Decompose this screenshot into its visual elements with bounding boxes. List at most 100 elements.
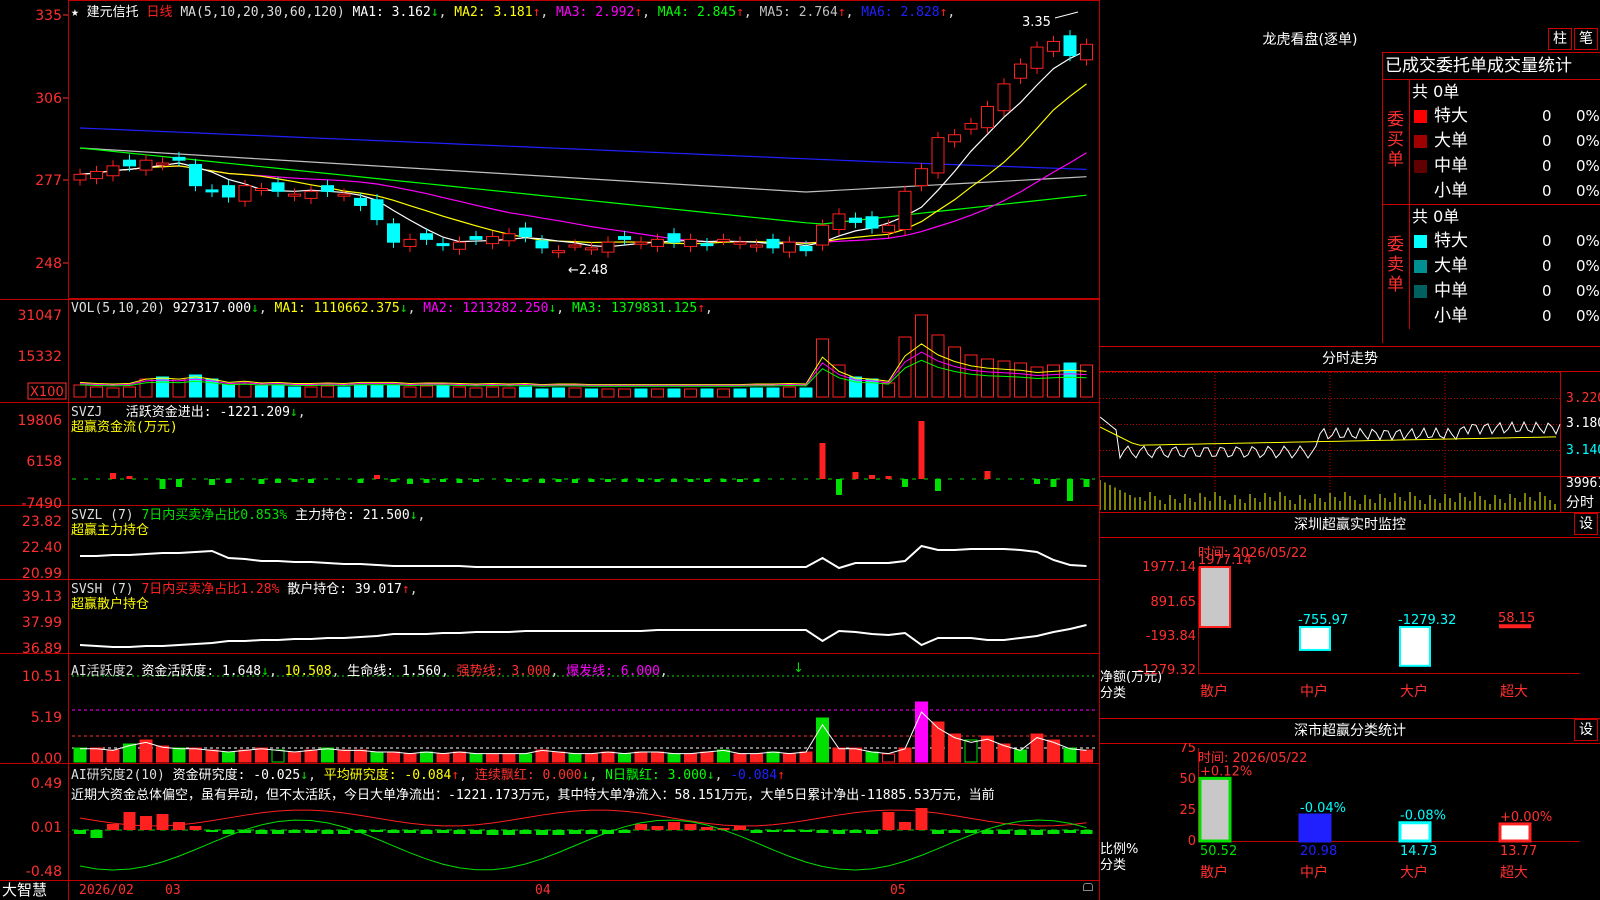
sz-bar-group: -1279.32 大户 <box>1398 613 1456 700</box>
candle-up <box>106 165 120 177</box>
sell-side-label: 委卖单 <box>1387 235 1404 295</box>
vol-bar-up <box>420 385 433 398</box>
vol-bar-down <box>255 385 268 398</box>
ai1-bar <box>700 751 714 763</box>
sz-bar-group: -755.97 中户 <box>1298 613 1348 700</box>
ai2-text5: -0.084 <box>730 768 778 783</box>
intraday-label: 分时 <box>1566 495 1594 511</box>
ai2-bar-down <box>1064 830 1076 833</box>
sell-name: 小单 <box>1434 306 1468 326</box>
ai1-bar <box>502 753 516 763</box>
sc-stats-settings-button[interactable]: 设 <box>1574 719 1598 741</box>
vol-bar-up <box>304 386 318 398</box>
ai2-bar-down <box>948 830 961 833</box>
ai1-bar <box>667 753 681 763</box>
candle-down <box>469 236 483 240</box>
svzl-sub: 超赢主力持仓 <box>71 523 150 538</box>
sell-pct: 0% <box>1576 257 1600 275</box>
svzj-bar-out <box>572 479 578 483</box>
buy-name: 小单 <box>1434 181 1468 201</box>
svzj-bar-out <box>275 479 281 483</box>
candle-up <box>238 185 252 202</box>
svsh-header: SVSH (7) 7日内买卖净占比1.28% 散户持仓: 39.017↑, 超赢… <box>71 582 418 612</box>
sc-tick: 75 <box>1179 743 1196 756</box>
svzj-bar-out <box>390 479 397 482</box>
ai1-text3: 生命线: 1.560 <box>347 664 442 679</box>
ai2-bar-down <box>1031 830 1043 835</box>
sell-swatch <box>1414 285 1427 298</box>
ai1-bar <box>486 753 499 763</box>
candle-down <box>420 233 433 240</box>
buy-rows: 共 0单 特大 0 0% 大单 0 0% 中单 0 0% 小单 0 0% <box>1410 80 1600 205</box>
ai2-comment: 近期大资金总体偏空，虽有异动，但不太活跃，今日大单净流出：-1221.173万元… <box>71 788 995 803</box>
ai2-bar-up <box>668 822 680 830</box>
ai2-bar-down <box>371 830 383 832</box>
ai1-bar <box>964 739 978 763</box>
ai1-bar <box>799 751 813 763</box>
ai2-bar-down <box>272 830 284 834</box>
candle-up <box>304 190 318 199</box>
lock-icon[interactable] <box>1083 883 1093 891</box>
candle-down <box>865 216 879 229</box>
ma-value-4: MA4: 2.845 <box>649 5 737 20</box>
svzj-bar-out <box>506 479 512 482</box>
candle-up <box>486 236 499 245</box>
candle-up <box>585 247 598 251</box>
sz-bar-value: 58.15 <box>1498 611 1535 626</box>
intraday-chart[interactable] <box>1100 372 1600 512</box>
ai2-bar-up <box>651 826 664 830</box>
intraday-price-3: 3.140 <box>1566 443 1600 458</box>
vol-bar-down <box>519 386 532 398</box>
ai1-bar <box>552 751 565 763</box>
buy-pct: 0% <box>1576 107 1600 125</box>
ai2-header: AI研究度2(10) 资金研究度: -0.025↓, 平均研究度: -0.084… <box>71 768 995 803</box>
sz-tick: 891.65 <box>1151 595 1197 610</box>
ai1-bar <box>337 749 351 763</box>
sell-row: 中单 0 0% <box>1410 279 1600 304</box>
sz-monitor-settings-button[interactable]: 设 <box>1574 513 1598 535</box>
ai2-bar-down <box>767 830 779 832</box>
star-icon[interactable]: ★ <box>71 5 79 20</box>
svzj-bar-out <box>1067 479 1073 501</box>
stock-chart[interactable]: 335 306 277 248 3.35 ←2.48 31047 15332 X100 198… <box>0 0 1100 900</box>
ai2-text3: 连续飘红: 0.000 <box>474 768 582 783</box>
sell-count: 0 <box>1542 282 1552 300</box>
price-tick: 277 <box>35 173 62 189</box>
vol-bar-up <box>997 360 1011 398</box>
svzj-bar-out <box>687 479 694 482</box>
sell-total: 共 0单 <box>1412 207 1460 226</box>
ma-arrow-4: ↑ <box>736 5 744 20</box>
candle-up <box>552 250 565 254</box>
candle-up <box>634 241 648 245</box>
ai1-bar <box>238 749 252 763</box>
sc-bar <box>1198 776 1232 843</box>
intraday-price-2: 3.180 <box>1566 416 1600 431</box>
candle-up <box>931 137 945 174</box>
candle-up <box>898 190 912 230</box>
tick-view-button[interactable]: 笔 <box>1574 28 1598 50</box>
vol-bar-up <box>469 387 483 398</box>
vol-arrow-4: ↑ <box>697 301 706 316</box>
svzl-tick: 20.99 <box>22 566 62 582</box>
ai2-bar-down <box>965 830 977 833</box>
sz-bar-value: -755.97 <box>1298 613 1348 628</box>
ai1-bar <box>618 753 631 763</box>
buy-row: 中单 0 0% <box>1410 154 1600 179</box>
intraday-avg-line <box>1100 426 1557 446</box>
vol-bar-up <box>964 354 978 398</box>
candle-up <box>1030 46 1044 69</box>
ai2-bar-down <box>420 830 433 834</box>
ai2-bar-down <box>519 830 532 834</box>
svzj-tick: 19806 <box>17 413 62 429</box>
bar-view-button[interactable]: 柱 <box>1548 28 1572 50</box>
svzj-bar-out <box>522 479 529 482</box>
sz-tick: 1977.14 <box>1142 560 1196 575</box>
buy-count: 0 <box>1542 107 1552 125</box>
ai2-bar-down <box>552 830 565 835</box>
ai1-bar <box>684 753 697 763</box>
period-label[interactable]: 日线 <box>147 5 173 20</box>
ai2-bar-up <box>684 824 697 830</box>
candle-up <box>288 193 301 197</box>
candle-up <box>568 244 582 248</box>
ai2-bar-down <box>387 830 400 833</box>
